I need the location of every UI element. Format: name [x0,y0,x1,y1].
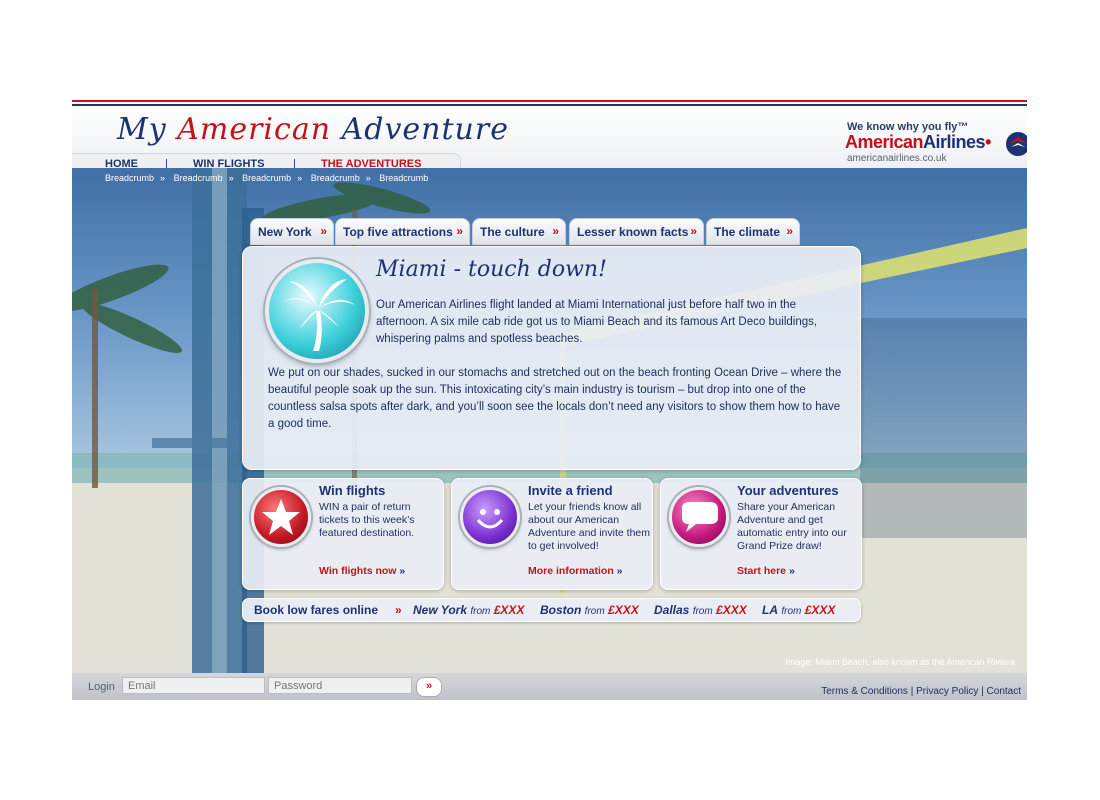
more-information-link[interactable]: More information » [528,565,623,577]
footer-separator: | [910,686,914,697]
tab-label: New York [258,225,312,239]
breadcrumb-separator: » [160,173,166,183]
breadcrumb-item[interactable]: Breadcrumb [242,173,291,183]
smiley-icon [460,487,520,547]
site-frame: My American Adventure HOME | WIN FLIGHTS… [72,100,1027,700]
card-title: Invite a friend [528,483,613,498]
fare-city: New York [413,603,468,617]
card-invite-friend[interactable]: Invite a friend Let your friends know al… [451,478,653,590]
booking-label: Book low fares online [254,603,379,617]
breadcrumb-item[interactable]: Breadcrumb [105,173,154,183]
brand-name: AmericanAirlines• [845,132,991,153]
american-airlines-logo[interactable]: We know why you fly™ AmericanAirlines• a… [842,116,1027,168]
article-intro: Our American Airlines flight landed at M… [376,299,818,345]
card-text: Let your friends know all about our Amer… [528,501,650,552]
brand-name-part2: Airlines [923,132,986,152]
breadcrumb-separator: » [365,173,371,183]
palm-tree-icon [265,259,369,363]
site-logo[interactable]: My American Adventure [117,112,509,147]
tab-the-culture[interactable]: The culture » [472,218,566,245]
article-title: Miami - touch down! [376,257,607,282]
brand-name-part1: American [845,132,924,152]
card-your-adventures[interactable]: Your adventures Share your American Adve… [660,478,862,590]
breadcrumb-item[interactable]: Breadcrumb [379,173,428,183]
chevron-right-icon: » [788,565,795,577]
breadcrumb-item[interactable]: Breadcrumb [174,173,223,183]
fare-price: £XXX [804,603,836,617]
privacy-link[interactable]: Privacy Policy [916,686,978,697]
brand-url[interactable]: americanairlines.co.uk [847,153,947,164]
site-footer: Login » Terms & Conditions | Privacy Pol… [72,673,1027,700]
tab-label: Top five attractions [343,225,453,239]
login-label: Login [88,681,115,693]
tab-new-york[interactable]: New York » [250,218,334,245]
chevron-right-icon: » [786,224,793,238]
brand-mark: • [985,132,991,152]
password-field[interactable] [268,677,412,694]
fare-city: Dallas [654,603,690,617]
breadcrumb-separator: » [228,173,234,183]
logo-word-adventure: Adventure [341,112,509,147]
link-label: Win flights now [319,565,397,577]
win-flights-now-link[interactable]: Win flights now » [319,565,405,577]
fare-city: Boston [540,603,582,617]
fare-new-york[interactable]: New York from £XXX [413,603,524,617]
link-label: Start here [737,565,787,577]
card-win-flights[interactable]: Win flights WIN a pair of return tickets… [242,478,444,590]
footer-links: Terms & Conditions | Privacy Policy | Co… [821,686,1021,697]
hero-area: Breadcrumb » Breadcrumb » Breadcrumb » Brea… [72,168,1027,673]
chevron-right-icon: » [456,224,463,238]
email-field[interactable] [122,677,265,694]
start-here-link[interactable]: Start here » [737,565,795,577]
breadcrumb: Breadcrumb » Breadcrumb » Breadcrumb » Brea… [105,173,434,183]
tab-top-five-attractions[interactable]: Top five attractions» [335,218,470,245]
fare-price: £XXX [716,603,747,617]
breadcrumb-item[interactable]: Breadcrumb [311,173,360,183]
star-icon [251,487,311,547]
footer-separator: | [981,686,984,697]
fare-price: £XXX [493,603,525,617]
login-submit-button[interactable]: » [416,677,442,697]
link-label: More information [528,565,614,577]
terms-link[interactable]: Terms & Conditions [821,686,908,697]
fare-la[interactable]: LA from £XXX [762,603,835,617]
article-panel: Miami - touch down! Our American Airline… [242,246,861,470]
chevron-right-icon: » [690,224,697,238]
logo-word-my: My [117,112,167,147]
chevron-right-icon: » [616,565,623,577]
chevron-right-icon: » [395,603,402,617]
chevron-right-icon: » [399,565,406,577]
breadcrumb-separator: » [297,173,303,183]
card-text: WIN a pair of return tickets to this wee… [319,501,415,539]
fare-city: LA [762,603,778,617]
contact-link[interactable]: Contact [987,686,1021,697]
card-text: Share your American Adventure and get au… [737,501,847,552]
fare-from: from [470,606,491,617]
site-header: My American Adventure HOME | WIN FLIGHTS… [72,106,1027,175]
fare-dallas[interactable]: Dallas from £XXX [654,603,747,617]
fare-price: £XXX [608,603,639,617]
tab-label: Lesser known facts [577,225,689,239]
chevron-right-icon: » [552,224,559,238]
article-body: We put on our shades, sucked in our stom… [268,367,842,430]
tab-the-climate[interactable]: The climate » [706,218,800,245]
tab-lesser-known-facts[interactable]: Lesser known facts» [569,218,704,245]
speech-bubble-icon [669,487,729,547]
fare-from: from [781,606,802,617]
eagle-icon [1006,132,1027,156]
tab-label: The culture [480,225,545,239]
chevron-right-icon: » [320,224,327,238]
card-title: Win flights [319,483,386,498]
image-caption: Image: Miami Beach, also known as the Am… [785,657,1015,667]
tab-label: The climate [714,225,781,239]
fare-from: from [584,606,605,617]
booking-bar[interactable]: Book low fares online » New York from £X… [242,598,861,622]
card-title: Your adventures [737,483,839,498]
fare-boston[interactable]: Boston from £XXX [540,603,639,617]
logo-word-american: American [177,112,332,147]
fare-from: from [692,606,713,617]
